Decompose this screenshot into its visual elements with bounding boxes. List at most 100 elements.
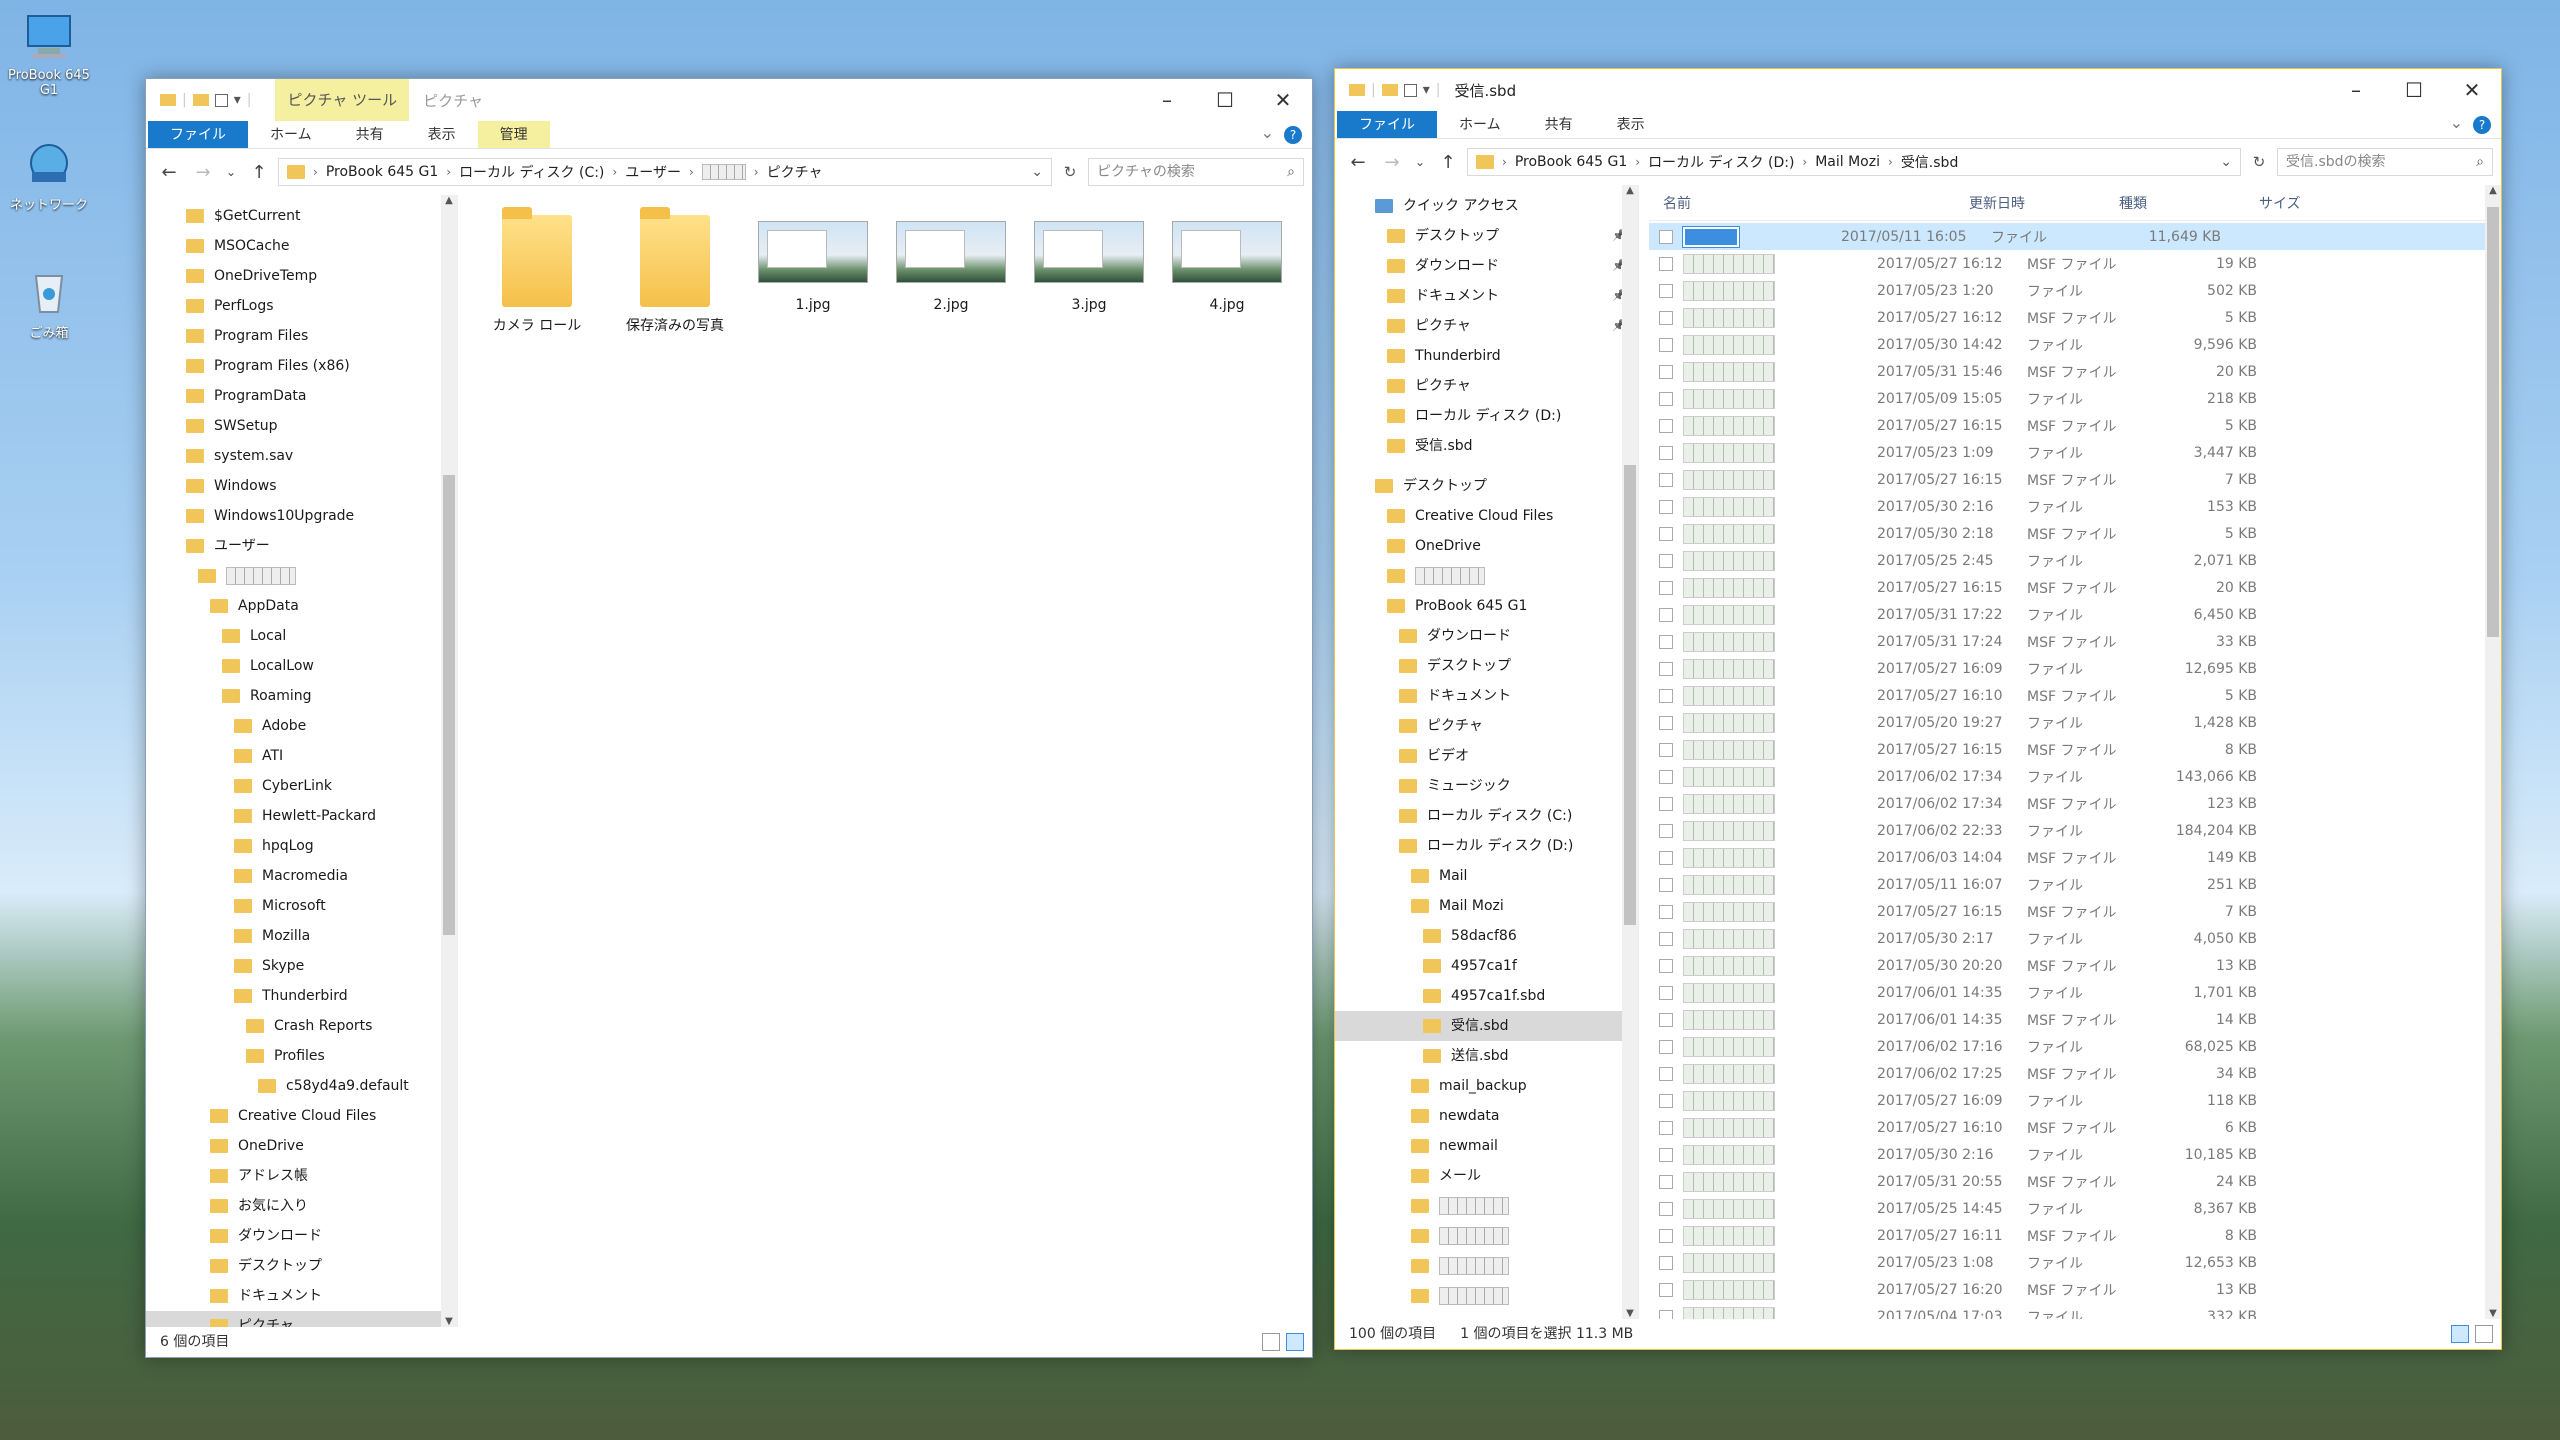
chevron-down-icon[interactable]: ▾ bbox=[234, 92, 241, 108]
ribbon-expand-icon[interactable]: ⌄ bbox=[1261, 123, 1274, 142]
scroll-down-icon[interactable]: ▼ bbox=[1622, 1308, 1638, 1319]
tree-item[interactable]: hpqLog bbox=[146, 831, 457, 861]
row-checkbox[interactable] bbox=[1659, 337, 1673, 352]
tree-item[interactable]: 受信.sbd bbox=[1335, 431, 1638, 461]
address-bar[interactable]: › ProBook 645 G1 › ローカル ディスク (C:) › ユーザー… bbox=[278, 158, 1052, 186]
tree-item[interactable]: Thunderbird bbox=[146, 981, 457, 1011]
table-row[interactable]: 2017/05/23 1:20 ファイル 502 KB bbox=[1649, 277, 2501, 304]
row-checkbox[interactable] bbox=[1659, 904, 1673, 919]
tree-item[interactable]: Skype bbox=[146, 951, 457, 981]
table-row[interactable]: 2017/05/27 16:15 MSF ファイル 20 KB bbox=[1649, 574, 2501, 601]
tree-item[interactable]: お気に入り bbox=[146, 1191, 457, 1221]
folder-tile[interactable]: 保存済みの写真 bbox=[620, 207, 730, 335]
column-name[interactable]: 名前 bbox=[1649, 193, 1969, 213]
tree-item[interactable] bbox=[146, 561, 457, 591]
tree-item[interactable]: ダウンロード 📌 bbox=[1335, 251, 1638, 281]
tree-item[interactable]: ビデオ bbox=[1335, 741, 1638, 771]
table-row[interactable]: 2017/05/30 2:16 ファイル 153 KB bbox=[1649, 493, 2501, 520]
tree-item[interactable]: ダウンロード bbox=[146, 1221, 457, 1251]
scroll-thumb[interactable] bbox=[2487, 207, 2499, 637]
row-checkbox[interactable] bbox=[1659, 877, 1673, 892]
row-checkbox[interactable] bbox=[1659, 1309, 1673, 1319]
vertical-scrollbar[interactable]: ▲ ▼ bbox=[2485, 185, 2501, 1319]
scroll-up-icon[interactable]: ▲ bbox=[1622, 185, 1638, 196]
row-checkbox[interactable] bbox=[1659, 391, 1673, 406]
help-icon[interactable]: ? bbox=[2473, 116, 2491, 134]
scroll-up-icon[interactable]: ▲ bbox=[2485, 185, 2501, 196]
table-row[interactable]: 2017/05/30 2:17 ファイル 4,050 KB bbox=[1649, 925, 2501, 952]
tree-item[interactable]: デスクトップ bbox=[146, 1251, 457, 1281]
row-checkbox[interactable] bbox=[1659, 229, 1673, 244]
tree-item[interactable] bbox=[1335, 1281, 1638, 1311]
recent-locations-icon[interactable]: ⌄ bbox=[1411, 155, 1429, 169]
scroll-thumb[interactable] bbox=[1624, 465, 1636, 925]
tree-item[interactable]: ピクチャ 📌 bbox=[1335, 311, 1638, 341]
tree-item[interactable]: ローカル ディスク (D:) bbox=[1335, 401, 1638, 431]
tree-item[interactable]: ProgramData bbox=[146, 381, 457, 411]
tree-item[interactable]: デスクトップ 📌 bbox=[1335, 221, 1638, 251]
row-checkbox[interactable] bbox=[1659, 256, 1673, 271]
tree-item[interactable]: mail_backup bbox=[1335, 1071, 1638, 1101]
tree-item[interactable]: Creative Cloud Files bbox=[146, 1101, 457, 1131]
tree-item[interactable]: Mail Mozi bbox=[1335, 891, 1638, 921]
table-row[interactable]: 2017/05/11 16:07 ファイル 251 KB bbox=[1649, 871, 2501, 898]
vertical-scrollbar[interactable]: ▲ ▼ bbox=[441, 195, 457, 1327]
scroll-up-icon[interactable]: ▲ bbox=[441, 195, 457, 206]
table-row[interactable]: 2017/05/27 16:09 ファイル 118 KB bbox=[1649, 1087, 2501, 1114]
table-row[interactable]: 2017/06/01 14:35 MSF ファイル 14 KB bbox=[1649, 1006, 2501, 1033]
table-row[interactable]: 2017/05/25 2:45 ファイル 2,071 KB bbox=[1649, 547, 2501, 574]
table-row[interactable]: 2017/05/30 2:18 MSF ファイル 5 KB bbox=[1649, 520, 2501, 547]
row-checkbox[interactable] bbox=[1659, 472, 1673, 487]
row-checkbox[interactable] bbox=[1659, 769, 1673, 784]
table-row[interactable]: 2017/05/27 16:15 MSF ファイル 7 KB bbox=[1649, 898, 2501, 925]
checkbox-icon[interactable] bbox=[1403, 83, 1417, 97]
tree-item[interactable]: CyberLink bbox=[146, 771, 457, 801]
row-checkbox[interactable] bbox=[1659, 364, 1673, 379]
minimize-button[interactable]: – bbox=[2327, 69, 2385, 111]
row-checkbox[interactable] bbox=[1659, 688, 1673, 703]
table-row[interactable]: 2017/06/02 17:34 ファイル 143,066 KB bbox=[1649, 763, 2501, 790]
row-checkbox[interactable] bbox=[1659, 580, 1673, 595]
tree-item[interactable]: 送信.sbd bbox=[1335, 1041, 1638, 1071]
tree-item[interactable]: OneDrive bbox=[146, 1131, 457, 1161]
table-row[interactable]: 2017/05/27 16:15 MSF ファイル 7 KB bbox=[1649, 466, 2501, 493]
refresh-icon[interactable]: ↻ bbox=[2245, 153, 2273, 171]
table-row[interactable]: 2017/06/02 17:25 MSF ファイル 34 KB bbox=[1649, 1060, 2501, 1087]
address-dropdown-icon[interactable]: ⌄ bbox=[1031, 164, 1043, 180]
refresh-icon[interactable]: ↻ bbox=[1056, 163, 1084, 181]
tree-item[interactable]: Creative Cloud Files bbox=[1335, 501, 1638, 531]
tree-item[interactable]: Hewlett-Packard bbox=[146, 801, 457, 831]
minimize-button[interactable]: – bbox=[1138, 79, 1196, 121]
details-view-icon[interactable] bbox=[1262, 1333, 1280, 1351]
table-row[interactable]: 2017/05/30 2:16 ファイル 10,185 KB bbox=[1649, 1141, 2501, 1168]
tab-share[interactable]: 共有 bbox=[1523, 111, 1595, 138]
scroll-down-icon[interactable]: ▼ bbox=[2485, 1308, 2501, 1319]
tree-item[interactable]: SWSetup bbox=[146, 411, 457, 441]
tree-item[interactable]: ピクチャ bbox=[1335, 371, 1638, 401]
details-view-icon[interactable] bbox=[2451, 1325, 2469, 1343]
table-row[interactable]: 2017/05/09 15:05 ファイル 218 KB bbox=[1649, 385, 2501, 412]
tree-item[interactable]: デスクトップ bbox=[1335, 651, 1638, 681]
breadcrumb-item[interactable]: ユーザー bbox=[625, 162, 681, 182]
tree-item[interactable]: $GetCurrent bbox=[146, 201, 457, 231]
row-checkbox[interactable] bbox=[1659, 1012, 1673, 1027]
scroll-down-icon[interactable]: ▼ bbox=[441, 1316, 457, 1327]
tree-item[interactable]: Macromedia bbox=[146, 861, 457, 891]
breadcrumb-item[interactable]: ピクチャ bbox=[767, 162, 823, 182]
tree-item[interactable]: PerfLogs bbox=[146, 291, 457, 321]
checkbox-icon[interactable] bbox=[214, 93, 228, 107]
table-row[interactable]: 2017/05/23 1:08 ファイル 12,653 KB bbox=[1649, 1249, 2501, 1276]
tree-item[interactable]: OneDriveTemp bbox=[146, 261, 457, 291]
tree-item[interactable]: Program Files (x86) bbox=[146, 351, 457, 381]
table-row[interactable]: 2017/05/27 16:15 MSF ファイル 5 KB bbox=[1649, 412, 2501, 439]
table-row[interactable]: 2017/05/27 16:15 MSF ファイル 8 KB bbox=[1649, 736, 2501, 763]
tree-item[interactable] bbox=[1335, 1251, 1638, 1281]
tree-item[interactable]: Windows bbox=[146, 471, 457, 501]
recent-locations-icon[interactable]: ⌄ bbox=[222, 165, 240, 179]
tree-item[interactable]: MSOCache bbox=[146, 231, 457, 261]
row-checkbox[interactable] bbox=[1659, 715, 1673, 730]
row-checkbox[interactable] bbox=[1659, 1201, 1673, 1216]
tab-home[interactable]: ホーム bbox=[1437, 111, 1523, 138]
row-checkbox[interactable] bbox=[1659, 445, 1673, 460]
up-icon[interactable]: ↑ bbox=[1433, 152, 1463, 173]
